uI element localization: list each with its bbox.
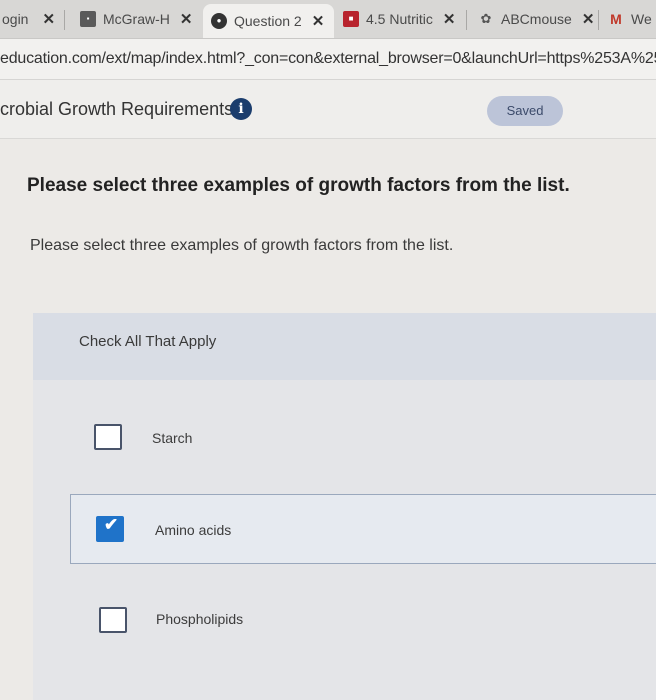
choice-starch[interactable]: Starch: [68, 405, 656, 471]
connect-favicon-icon: ●: [211, 13, 227, 29]
tab-abcmouse[interactable]: ✿ ABCmouse ✕: [478, 6, 595, 32]
checkbox-amino-acids[interactable]: ✔: [96, 515, 124, 542]
checkbox-starch[interactable]: [94, 424, 122, 450]
close-icon[interactable]: ✕: [312, 12, 325, 30]
checkmark-icon: ✔: [104, 515, 119, 534]
tab-separator: [598, 10, 599, 30]
tab-question-2[interactable]: ● Question 2 ✕: [203, 4, 335, 38]
address-bar[interactable]: education.com/ext/map/index.html?_con=co…: [0, 39, 656, 80]
saved-status-badge: Saved: [487, 96, 563, 126]
url-text[interactable]: education.com/ext/map/index.html?_con=co…: [0, 50, 656, 68]
mcgraw-favicon-icon: ▪: [80, 11, 96, 27]
question-prompt: Please select three examples of growth f…: [30, 237, 454, 254]
tab-label: Question 2: [234, 13, 302, 29]
choice-label: Phospholipids: [156, 611, 244, 627]
tab-label: We: [631, 11, 652, 27]
info-icon[interactable]: i: [230, 98, 252, 120]
check-all-instruction: Check All That Apply: [79, 333, 217, 350]
tab-login[interactable]: ogin ✕: [2, 6, 55, 32]
choice-amino-acids[interactable]: ✔ Amino acids: [70, 494, 656, 564]
tab-label: ABCmouse: [501, 11, 572, 27]
close-icon[interactable]: ✕: [42, 10, 55, 28]
mcgraw-favicon-icon: ■: [343, 11, 359, 27]
choice-label: Starch: [152, 430, 193, 446]
tab-we[interactable]: M We: [608, 6, 652, 32]
m-favicon-icon: M: [610, 11, 622, 27]
checkbox-phospholipids[interactable]: [99, 607, 127, 633]
tab-mcgraw-hill[interactable]: ▪ McGraw-H ✕: [80, 6, 192, 32]
choice-label: Amino acids: [155, 522, 232, 538]
tab-label: ogin: [2, 11, 29, 27]
tab-label: 4.5 Nutritic: [366, 11, 433, 27]
assignment-title: crobial Growth Requirements: [0, 99, 234, 119]
browser-tab-bar: ogin ✕ ▪ McGraw-H ✕ ● Question 2 ✕ ■ 4.5…: [0, 0, 656, 39]
question-heading: Please select three examples of growth f…: [27, 175, 570, 196]
choice-phospholipids[interactable]: Phospholipids: [68, 588, 656, 654]
close-icon[interactable]: ✕: [180, 10, 193, 28]
tab-separator: [466, 10, 467, 30]
tab-separator: [64, 10, 65, 30]
close-icon[interactable]: ✕: [582, 10, 595, 28]
abcmouse-favicon-icon: ✿: [480, 11, 492, 26]
tab-nutrition[interactable]: ■ 4.5 Nutritic ✕: [343, 6, 456, 32]
close-icon[interactable]: ✕: [443, 10, 456, 28]
tab-label: McGraw-H: [103, 11, 170, 27]
